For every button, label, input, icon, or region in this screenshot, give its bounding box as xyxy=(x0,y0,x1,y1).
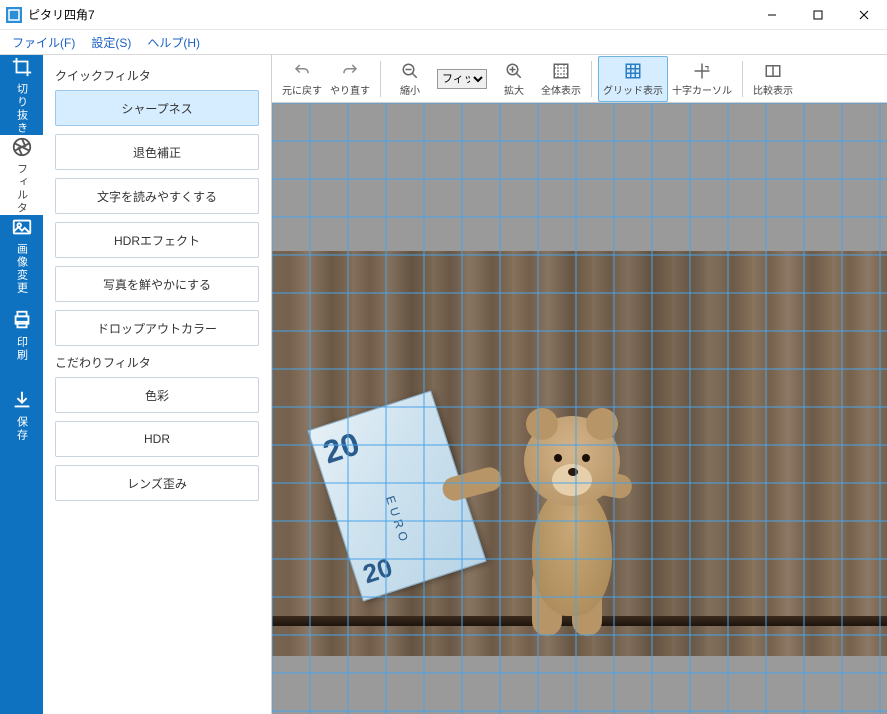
redo-button[interactable]: やり直す xyxy=(326,56,374,102)
image-icon xyxy=(10,215,34,239)
rail-image-change[interactable]: 画像変更 xyxy=(0,215,43,295)
filter-lens-distortion[interactable]: レンズ歪み xyxy=(55,465,259,501)
compare-icon xyxy=(763,61,783,81)
separator xyxy=(742,61,743,97)
crop-icon xyxy=(10,55,34,79)
maximize-button[interactable] xyxy=(795,0,841,30)
grid-icon xyxy=(623,61,643,81)
rail-crop[interactable]: 切り抜き xyxy=(0,55,43,135)
printer-icon xyxy=(10,308,34,332)
zoom-in-icon xyxy=(504,61,524,81)
window-title: ピタリ四角7 xyxy=(28,6,95,23)
menu-file[interactable]: ファイル(F) xyxy=(4,32,83,53)
separator xyxy=(380,61,381,97)
minimize-button[interactable] xyxy=(749,0,795,30)
filter-fade-correction[interactable]: 退色補正 xyxy=(55,134,259,170)
zoom-in-button[interactable]: 拡大 xyxy=(491,56,537,102)
filter-vivid[interactable]: 写真を鮮やかにする xyxy=(55,266,259,302)
left-rail: 切り抜き フィルタ 画像変更 印刷 保存 xyxy=(0,55,43,714)
rail-filter[interactable]: フィルタ xyxy=(0,135,43,215)
zoom-out-button[interactable]: 縮小 xyxy=(387,56,433,102)
download-icon xyxy=(10,388,34,412)
titlebar: ピタリ四角7 xyxy=(0,0,887,30)
zoom-out-icon xyxy=(400,61,420,81)
crosshair-icon xyxy=(692,61,712,81)
detail-filter-title: こだわりフィルタ xyxy=(55,354,259,371)
window-controls xyxy=(749,0,887,30)
aperture-icon xyxy=(10,135,34,159)
filter-text-readable[interactable]: 文字を読みやすくする xyxy=(55,178,259,214)
zoom-select: フィット xyxy=(433,56,491,102)
filter-hdr-effect[interactable]: HDRエフェクト xyxy=(55,222,259,258)
filter-color[interactable]: 色彩 xyxy=(55,377,259,413)
filter-sharpness[interactable]: シャープネス xyxy=(55,90,259,126)
filter-hdr[interactable]: HDR xyxy=(55,421,259,457)
teddy-bear xyxy=(472,336,652,616)
menu-settings[interactable]: 設定(S) xyxy=(83,32,139,53)
cross-cursor-button[interactable]: 十字カーソル xyxy=(668,56,736,102)
main-area: 切り抜き フィルタ 画像変更 印刷 保存 クイックフィルタ シャープネス 退色補… xyxy=(0,55,887,714)
compare-button[interactable]: 比較表示 xyxy=(749,56,797,102)
filter-panel: クイックフィルタ シャープネス 退色補正 文字を読みやすくする HDRエフェクト… xyxy=(43,55,272,714)
quick-filter-title: クイックフィルタ xyxy=(55,67,259,84)
close-button[interactable] xyxy=(841,0,887,30)
menubar: ファイル(F) 設定(S) ヘルプ(H) xyxy=(0,30,887,55)
undo-icon xyxy=(292,61,312,81)
zoom-dropdown[interactable]: フィット xyxy=(437,69,487,89)
banknote-currency: EURO xyxy=(383,494,412,547)
image-viewport[interactable]: 20 EURO 20 xyxy=(272,103,887,714)
fit-all-button[interactable]: 全体表示 xyxy=(537,56,585,102)
rail-print[interactable]: 印刷 xyxy=(0,295,43,375)
redo-icon xyxy=(340,61,360,81)
toolbar: 元に戻す やり直す 縮小 フィット 拡大 全体表示 xyxy=(272,55,887,103)
rail-save[interactable]: 保存 xyxy=(0,375,43,455)
undo-button[interactable]: 元に戻す xyxy=(278,56,326,102)
filter-dropout-color[interactable]: ドロップアウトカラー xyxy=(55,310,259,346)
fit-icon xyxy=(551,61,571,81)
separator xyxy=(591,61,592,97)
menu-help[interactable]: ヘルプ(H) xyxy=(139,32,208,53)
grid-button[interactable]: グリッド表示 xyxy=(598,56,668,102)
image-content: 20 EURO 20 xyxy=(272,251,887,656)
canvas-area: 元に戻す やり直す 縮小 フィット 拡大 全体表示 xyxy=(272,55,887,714)
app-icon xyxy=(6,7,22,23)
banknote-value-top: 20 xyxy=(319,425,364,471)
banknote-value-bottom: 20 xyxy=(359,552,396,590)
